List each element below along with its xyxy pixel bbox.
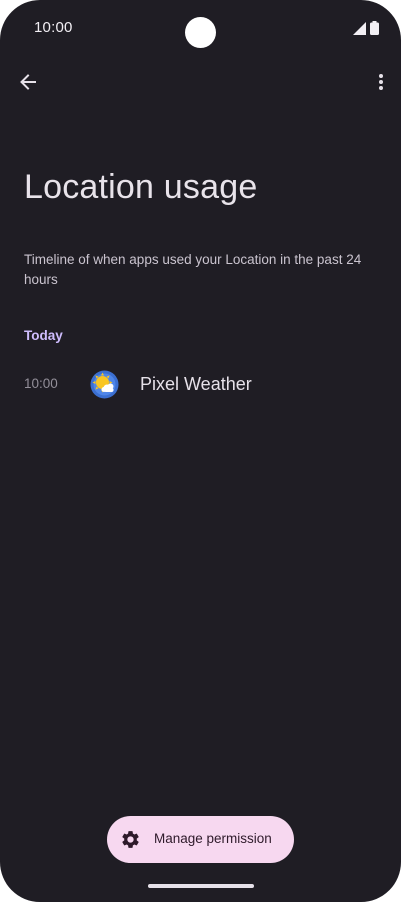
section-header-today: Today [24,328,63,343]
page-title: Location usage [24,168,258,206]
battery-icon [370,21,379,40]
status-time: 10:00 [34,19,73,36]
manage-permission-button[interactable]: Manage permission [107,816,294,863]
page-subtitle: Timeline of when apps used your Location… [24,252,362,287]
back-button[interactable] [12,68,44,100]
timeline-entry[interactable]: 10:00 Pixel Weather [0,362,401,410]
more-options-button[interactable] [371,68,391,100]
timeline-entry-time: 10:00 [24,376,58,391]
timeline-entry-app-name: Pixel Weather [140,374,252,394]
signal-icon [353,21,366,40]
arrow-back-icon [18,72,38,97]
settings-gear-icon [120,829,141,850]
more-vert-icon [378,73,384,96]
home-indicator[interactable] [148,884,254,888]
camera-cutout [185,17,216,48]
phone-screen: 10:00 Location usage Timeline of when ap… [0,0,401,902]
manage-permission-label: Manage permission [154,831,272,846]
status-icons [353,21,379,40]
pixel-weather-app-icon [90,370,119,399]
status-bar: 10:00 [0,0,401,56]
